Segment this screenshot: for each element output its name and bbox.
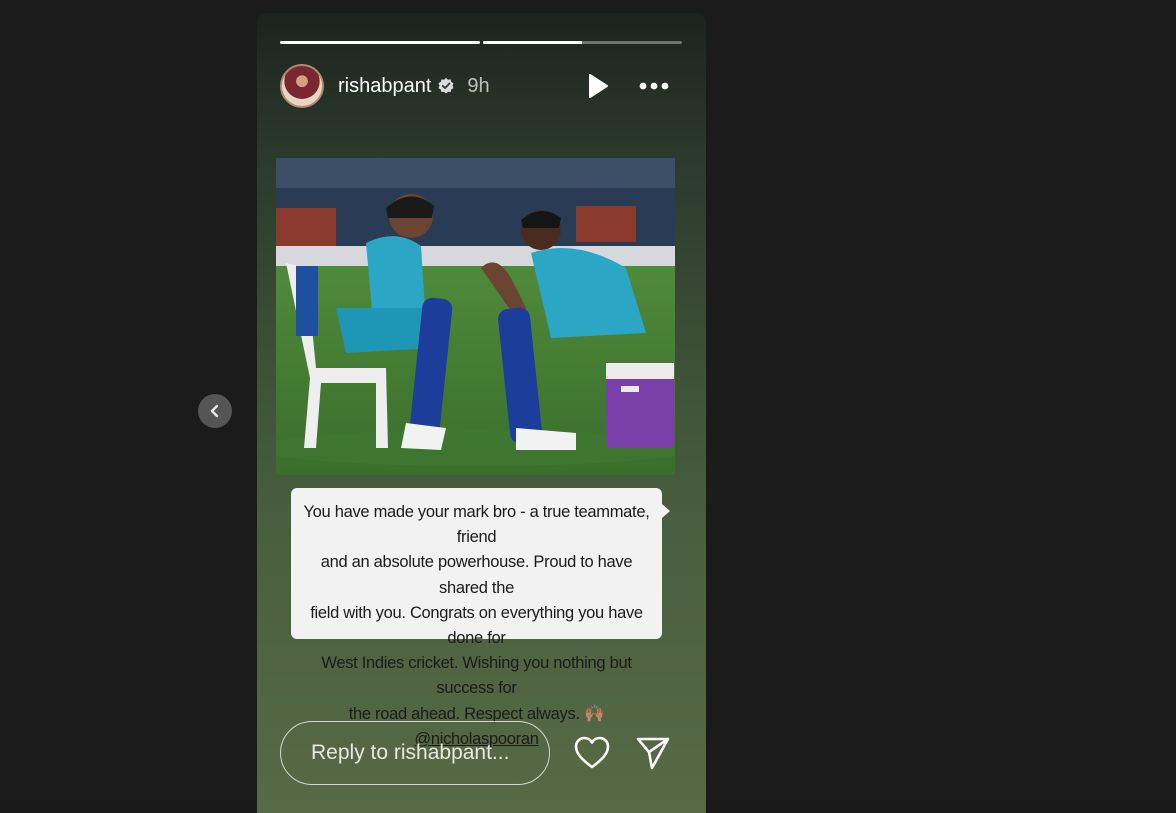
cricket-players-image [276, 158, 675, 475]
story-card: rishabpant 9h You have made your mark br… [257, 13, 706, 813]
send-icon[interactable] [635, 735, 671, 771]
caption-line: and an absolute powerhouse. Proud to hav… [320, 553, 633, 597]
reply-input[interactable]: Reply to rishabpant... [280, 721, 550, 785]
play-icon[interactable] [582, 71, 612, 101]
story-progress [280, 41, 682, 44]
caption-line: You have made your mark bro - a true tea… [303, 503, 650, 547]
caption-text: the road ahead. Respect always. 🙌🏽 [348, 704, 605, 723]
verified-badge-icon [438, 77, 454, 94]
progress-segment [482, 41, 682, 44]
progress-segment [280, 41, 480, 44]
post-time: 9h [467, 74, 490, 97]
chevron-left-icon [210, 404, 219, 418]
avatar[interactable] [280, 64, 324, 108]
reply-placeholder: Reply to rishabpant... [311, 741, 510, 764]
heart-icon[interactable] [573, 735, 611, 771]
username-link[interactable]: rishabpant [338, 75, 431, 98]
caption-line: West Indies cricket. Wishing you nothing… [321, 654, 632, 698]
story-viewer: rishabpant 9h You have made your mark br… [0, 0, 1176, 813]
story-header: rishabpant 9h [280, 62, 682, 110]
more-options-icon[interactable] [638, 71, 670, 101]
caption-line: field with you. Congrats on everything y… [310, 603, 643, 648]
story-photo [276, 158, 675, 475]
previous-story-button[interactable] [198, 394, 232, 428]
story-caption: You have made your mark bro - a true tea… [291, 488, 670, 748]
